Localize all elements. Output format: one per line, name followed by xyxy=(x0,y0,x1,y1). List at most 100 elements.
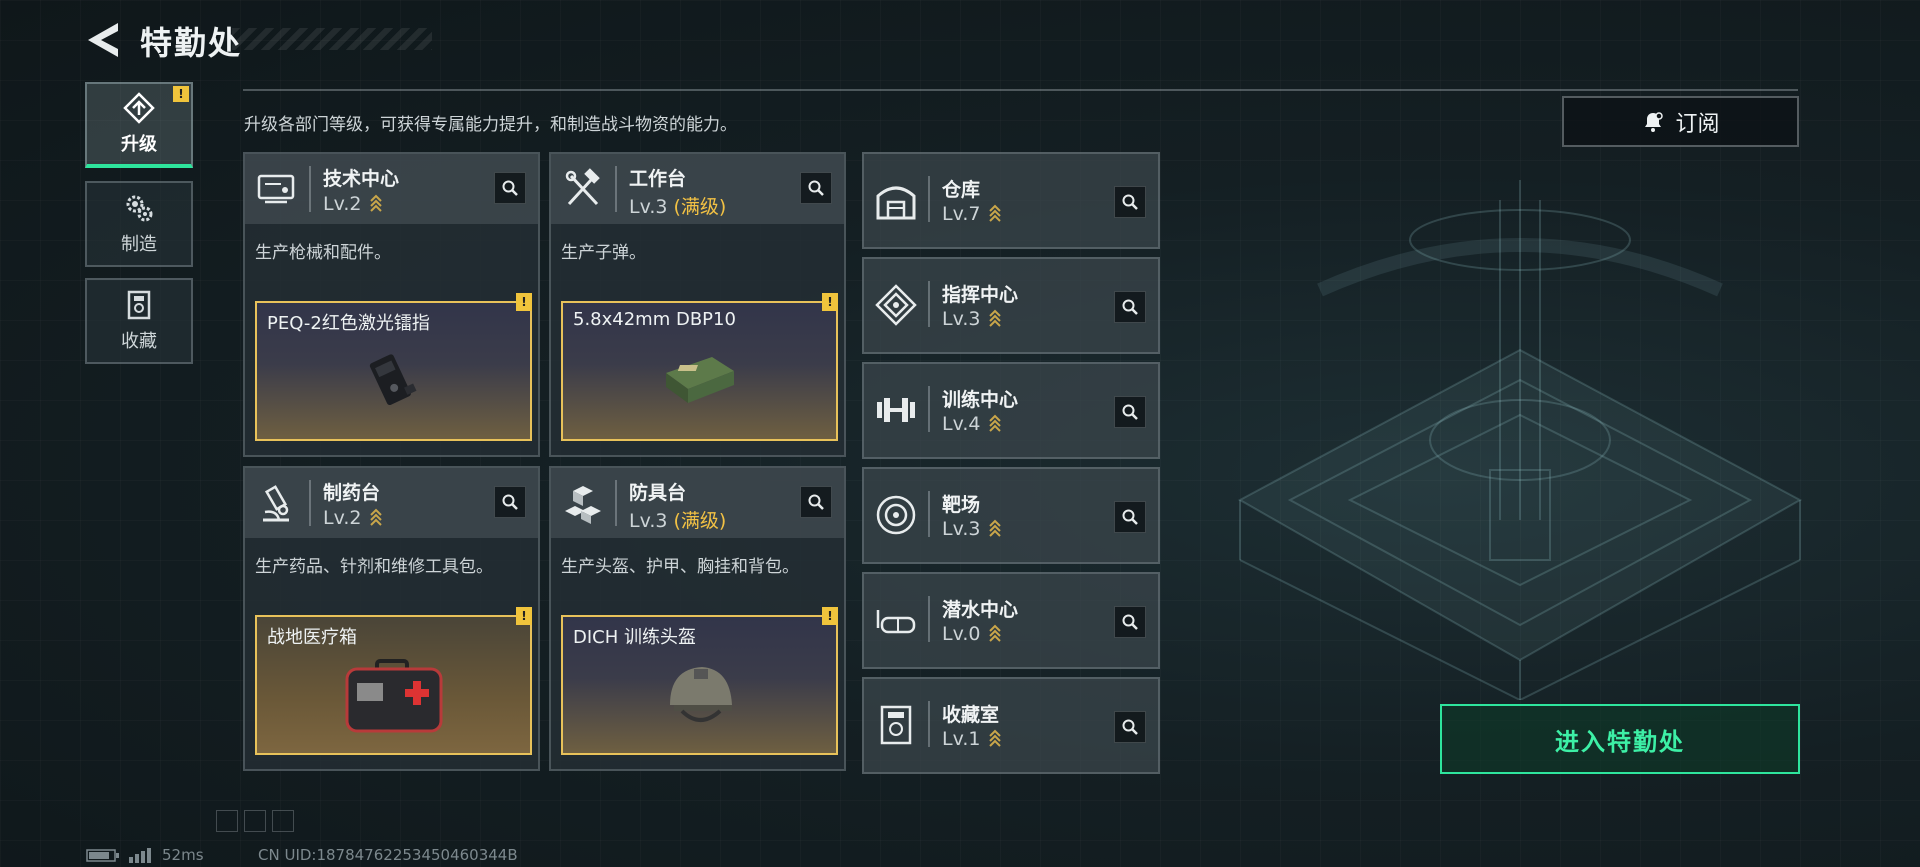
enter-special-ops-button[interactable]: 进入特勤处 xyxy=(1440,704,1800,774)
base-hologram-illustration xyxy=(1237,180,1803,700)
search-button[interactable] xyxy=(494,486,526,518)
item-alert-badge: ! xyxy=(516,607,532,625)
upgrade-arrow-icon xyxy=(989,204,1002,222)
armor-bench-icon xyxy=(565,486,601,524)
upgrade-arrow-icon xyxy=(989,414,1002,432)
search-icon xyxy=(502,494,518,510)
back-button[interactable] xyxy=(84,20,122,60)
ammo-box-image xyxy=(665,357,734,403)
search-button[interactable] xyxy=(1114,396,1146,428)
department-description: 生产子弹。 xyxy=(561,243,646,263)
search-icon xyxy=(502,180,518,196)
search-icon xyxy=(808,494,824,510)
page-description: 升级各部门等级，可获得专属能力提升，和制造战斗物资的能力。 xyxy=(244,115,737,135)
search-icon xyxy=(1122,614,1138,630)
department-name: 制药台 xyxy=(323,482,381,504)
separator xyxy=(928,596,930,642)
department-card-pharmacy[interactable]: 制药台 Lv.2 生产药品、针剂和维修工具包。 ! 战地医疗箱 xyxy=(243,466,540,771)
search-button[interactable] xyxy=(1114,606,1146,638)
department-level: Lv.3 (满级) xyxy=(629,196,727,218)
target-icon xyxy=(876,495,916,535)
card-header: 工作台 Lv.3 (满级) xyxy=(551,154,844,224)
craft-item-slot[interactable]: ! PEQ-2红色激光镭指 xyxy=(255,293,532,441)
facility-card-command-center[interactable]: 指挥中心 Lv.3 xyxy=(862,257,1160,354)
upgrade-arrow-icon xyxy=(989,729,1002,747)
dumbbell-icon xyxy=(877,398,915,422)
title-decoration xyxy=(232,28,432,50)
craft-item-slot[interactable]: ! 战地医疗箱 xyxy=(255,607,532,755)
facility-level: Lv.1 xyxy=(942,727,1002,750)
craft-item-name: PEQ-2红色激光镭指 xyxy=(267,313,430,334)
department-card-armor-bench[interactable]: 防具台 Lv.3 (满级) 生产头盔、护甲、胸挂和背包。 ! DICH 训练头盔 xyxy=(549,466,846,771)
signal-icon xyxy=(129,848,151,863)
facility-level: Lv.0 xyxy=(942,622,1002,645)
separator xyxy=(928,701,930,747)
upgrade-arrow-icon xyxy=(370,508,383,526)
facility-name: 仓库 xyxy=(942,179,981,201)
facility-card-training-center[interactable]: 训练中心 Lv.4 xyxy=(862,362,1160,459)
facility-card-shooting-range[interactable]: 靶场 Lv.3 xyxy=(862,467,1160,564)
medical-kit-image xyxy=(345,659,442,733)
ping-value: 52ms xyxy=(162,846,204,864)
facility-level: Lv.3 xyxy=(942,517,1002,540)
divider xyxy=(243,89,1798,91)
separator xyxy=(615,480,617,526)
separator xyxy=(309,480,311,526)
facility-card-warehouse[interactable]: 仓库 Lv.7 xyxy=(862,152,1160,249)
facility-card-diving-center[interactable]: 潜水中心 Lv.0 xyxy=(862,572,1160,669)
department-level: Lv.2 xyxy=(323,192,383,215)
craft-item-name: DICH 训练头盔 xyxy=(573,627,696,648)
craft-item-name: 5.8x42mm DBP10 xyxy=(573,309,736,330)
facility-card-collection-room[interactable]: 收藏室 Lv.1 xyxy=(862,677,1160,774)
department-card-workbench[interactable]: 工作台 Lv.3 (满级) 生产子弹。 ! 5.8x42mm DBP10 xyxy=(549,152,846,457)
nav-tab-collection[interactable]: 收藏 xyxy=(85,278,193,364)
craft-item-slot[interactable]: ! DICH 训练头盔 xyxy=(561,607,838,755)
bell-icon xyxy=(1645,111,1664,132)
department-description: 生产枪械和配件。 xyxy=(255,243,391,263)
search-button[interactable] xyxy=(800,172,832,204)
search-button[interactable] xyxy=(1114,501,1146,533)
separator xyxy=(309,166,311,212)
department-name: 防具台 xyxy=(629,482,687,504)
user-uid: CN UID:18784762253450460344B xyxy=(258,846,518,864)
search-icon xyxy=(1122,404,1138,420)
facility-name: 潜水中心 xyxy=(942,599,1019,621)
department-level: Lv.3 (满级) xyxy=(629,510,727,532)
craft-item-name: 战地医疗箱 xyxy=(267,627,357,648)
subscribe-label: 订阅 xyxy=(1675,111,1720,137)
item-alert-badge: ! xyxy=(822,293,838,311)
nav-tab-upgrade[interactable]: ! 升级 xyxy=(85,82,193,168)
laser-device-image xyxy=(369,354,416,406)
decorative-squares xyxy=(216,810,294,832)
department-description: 生产头盔、护甲、胸挂和背包。 xyxy=(561,557,799,577)
facility-name: 靶场 xyxy=(942,494,981,516)
upgrade-arrow-icon xyxy=(370,194,383,212)
nav-label: 升级 xyxy=(121,134,157,155)
craft-item-slot[interactable]: ! 5.8x42mm DBP10 xyxy=(561,293,838,441)
card-header: 技术中心 Lv.2 xyxy=(245,154,538,224)
separator xyxy=(928,386,930,432)
collection-room-icon xyxy=(880,705,912,745)
upgrade-icon xyxy=(123,92,155,124)
search-button[interactable] xyxy=(800,486,832,518)
diving-mask-icon xyxy=(876,610,916,634)
network-status: 52ms xyxy=(86,846,204,864)
workbench-icon xyxy=(565,168,600,206)
separator xyxy=(928,281,930,327)
department-card-tech-center[interactable]: 技术中心 Lv.2 生产枪械和配件。 ! PEQ-2红色激光镭指 xyxy=(243,152,540,457)
search-icon xyxy=(1122,719,1138,735)
search-button[interactable] xyxy=(1114,291,1146,323)
pharmacy-icon xyxy=(263,485,289,522)
search-button[interactable] xyxy=(1114,711,1146,743)
search-button[interactable] xyxy=(1114,186,1146,218)
separator xyxy=(928,176,930,222)
battery-icon xyxy=(86,849,119,862)
nav-tab-craft[interactable]: 制造 xyxy=(85,181,193,267)
department-name: 技术中心 xyxy=(323,168,400,190)
search-button[interactable] xyxy=(494,172,526,204)
nav-label: 收藏 xyxy=(121,331,157,352)
card-header: 防具台 Lv.3 (满级) xyxy=(551,468,844,538)
separator xyxy=(615,166,617,212)
back-arrow-icon xyxy=(88,23,118,57)
facility-level: Lv.4 xyxy=(942,412,1002,435)
